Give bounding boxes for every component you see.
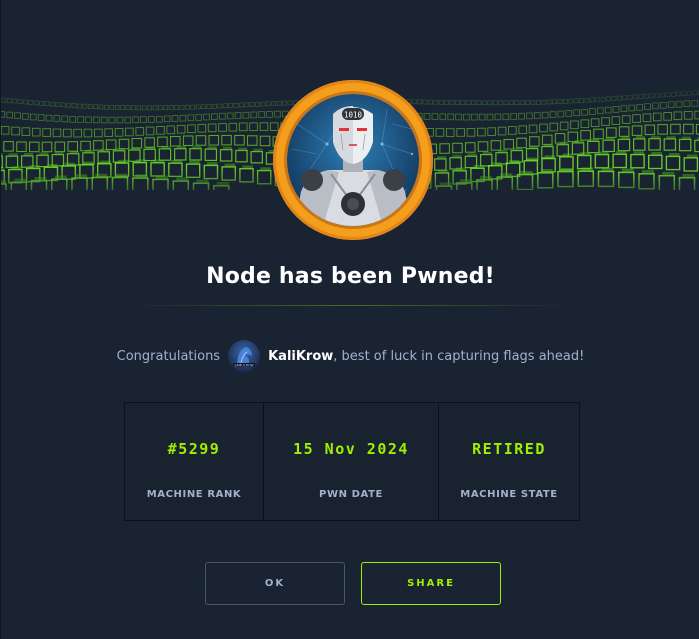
share-button[interactable]: SHARE	[361, 562, 501, 605]
machine-state-value: RETIRED	[472, 440, 546, 458]
congrats-suffix: , best of luck in capturing flags ahead!	[333, 348, 585, 364]
stats-panel: #5299 MACHINE RANK 15 Nov 2024 PWN DATE …	[124, 402, 580, 521]
machine-state-label: MACHINE STATE	[460, 489, 558, 500]
congrats-prefix: Congratulations	[116, 348, 221, 364]
pwn-date-value: 15 Nov 2024	[293, 440, 409, 458]
robot-avatar-icon: 1010	[287, 94, 419, 226]
machine-rank-value: #5299	[167, 440, 221, 458]
badge-head-text: 1010	[344, 111, 363, 120]
ok-button[interactable]: OK	[205, 562, 345, 605]
machine-badge: 1010	[273, 80, 433, 240]
pwn-date-label: PWN DATE	[319, 489, 383, 500]
stat-machine-rank: #5299 MACHINE RANK	[125, 403, 264, 520]
stat-machine-state: RETIRED MACHINE STATE	[439, 403, 579, 520]
username: KaliKrow	[268, 348, 334, 364]
machine-rank-label: MACHINE RANK	[146, 489, 242, 500]
pwned-dialog: 1010 Node has been Pwned! Congratulation…	[0, 0, 699, 639]
stat-pwn-date: 15 Nov 2024 PWN DATE	[264, 403, 439, 520]
user-avatar: SAMUCROW	[228, 340, 261, 372]
dialog-title: Node has been Pwned!	[206, 264, 495, 289]
svg-text:SAMUCROW: SAMUCROW	[234, 364, 254, 368]
title-divider	[126, 305, 576, 306]
congratulations-message: Congratulations SAMUCROW KaliKrow , best…	[1, 339, 699, 373]
